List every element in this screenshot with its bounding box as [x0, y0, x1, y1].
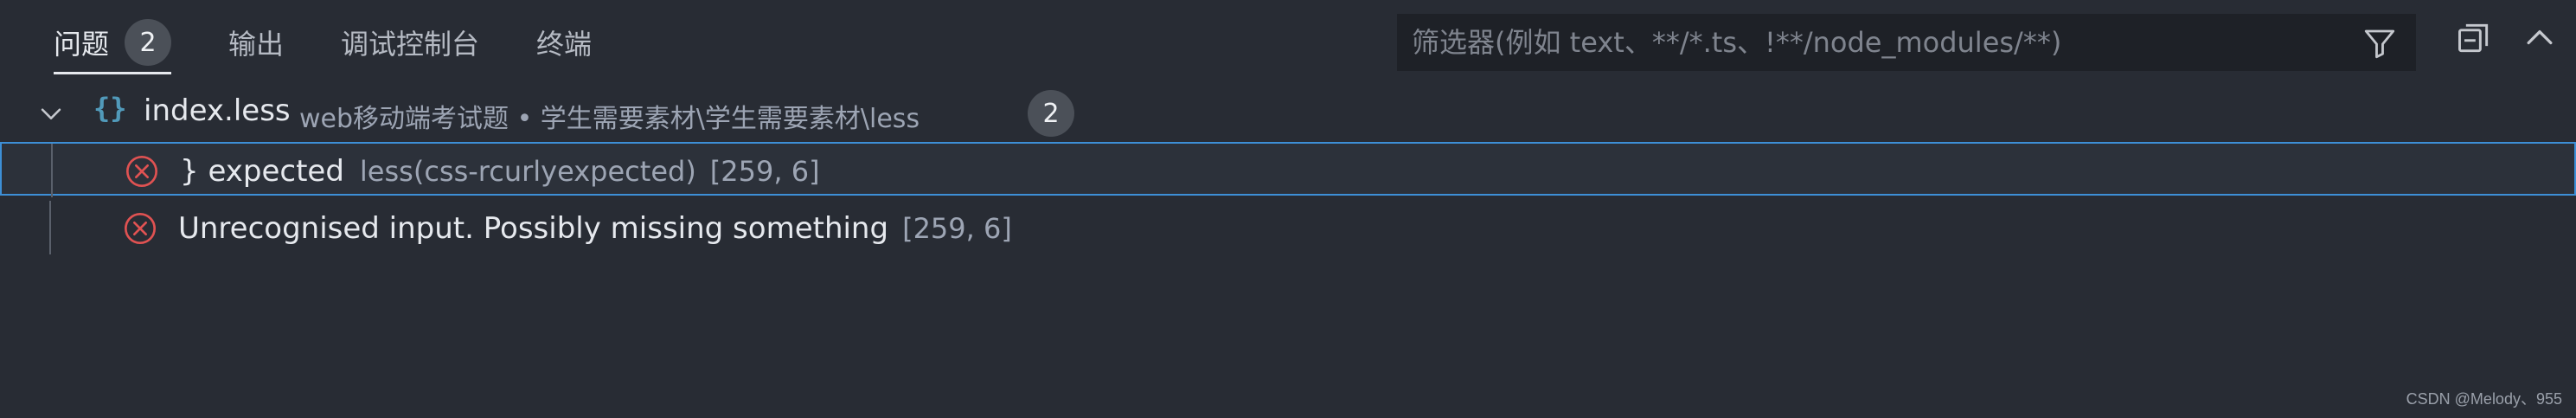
problem-location: [259, 6] — [709, 155, 820, 188]
less-file-icon: {} — [93, 92, 127, 125]
panel-tabs: 问题 2 输出 调试控制台 终端 — [54, 12, 592, 74]
problems-panel: 问题 2 输出 调试控制台 终端 {} index.less — [0, 0, 2576, 418]
tab-output-label: 输出 — [228, 28, 285, 61]
problem-text: } expected less(css-rcurlyexpected) [259, … — [180, 154, 820, 189]
filter-box — [1397, 14, 2416, 71]
tab-problems[interactable]: 问题 2 — [54, 12, 172, 74]
indent-guide — [49, 201, 51, 254]
indent-guide — [51, 144, 53, 197]
problem-message: Unrecognised input. Possibly missing som… — [178, 211, 889, 246]
problem-row[interactable]: } expected less(css-rcurlyexpected) [259, … — [0, 142, 2576, 197]
watermark: CSDN @Melody、955 — [2406, 390, 2562, 408]
collapse-all-icon[interactable] — [2455, 19, 2493, 57]
file-group-row[interactable]: {} index.less web移动端考试题 • 学生需要素材\学生需要素材\… — [0, 85, 2576, 142]
chevron-up-icon[interactable] — [2521, 19, 2559, 57]
tab-terminal[interactable]: 终端 — [536, 12, 592, 73]
error-icon — [125, 213, 156, 244]
tab-debug-console-label: 调试控制台 — [341, 28, 480, 61]
tab-debug-console[interactable]: 调试控制台 — [341, 12, 479, 73]
problem-message: } expected — [180, 154, 344, 189]
problems-count-badge: 2 — [125, 19, 172, 66]
problem-text: Unrecognised input. Possibly missing som… — [178, 211, 1012, 246]
file-path: web移动端考试题 • 学生需要素材\学生需要素材\less — [299, 104, 920, 134]
tab-terminal-label: 终端 — [536, 28, 593, 61]
error-icon — [126, 156, 157, 187]
filter-input[interactable] — [1398, 15, 2297, 70]
file-name: index.less — [144, 93, 291, 128]
file-problem-count-badge: 2 — [1028, 90, 1074, 137]
problem-location: [259, 6] — [902, 212, 1012, 245]
filter-icon[interactable] — [2361, 25, 2398, 61]
problem-source: less(css-rcurlyexpected) — [359, 155, 696, 188]
tab-output[interactable]: 输出 — [228, 12, 284, 73]
problem-row[interactable]: Unrecognised input. Possibly missing som… — [0, 201, 2576, 254]
chevron-down-icon[interactable] — [36, 99, 66, 128]
tab-problems-label: 问题 — [54, 28, 110, 61]
